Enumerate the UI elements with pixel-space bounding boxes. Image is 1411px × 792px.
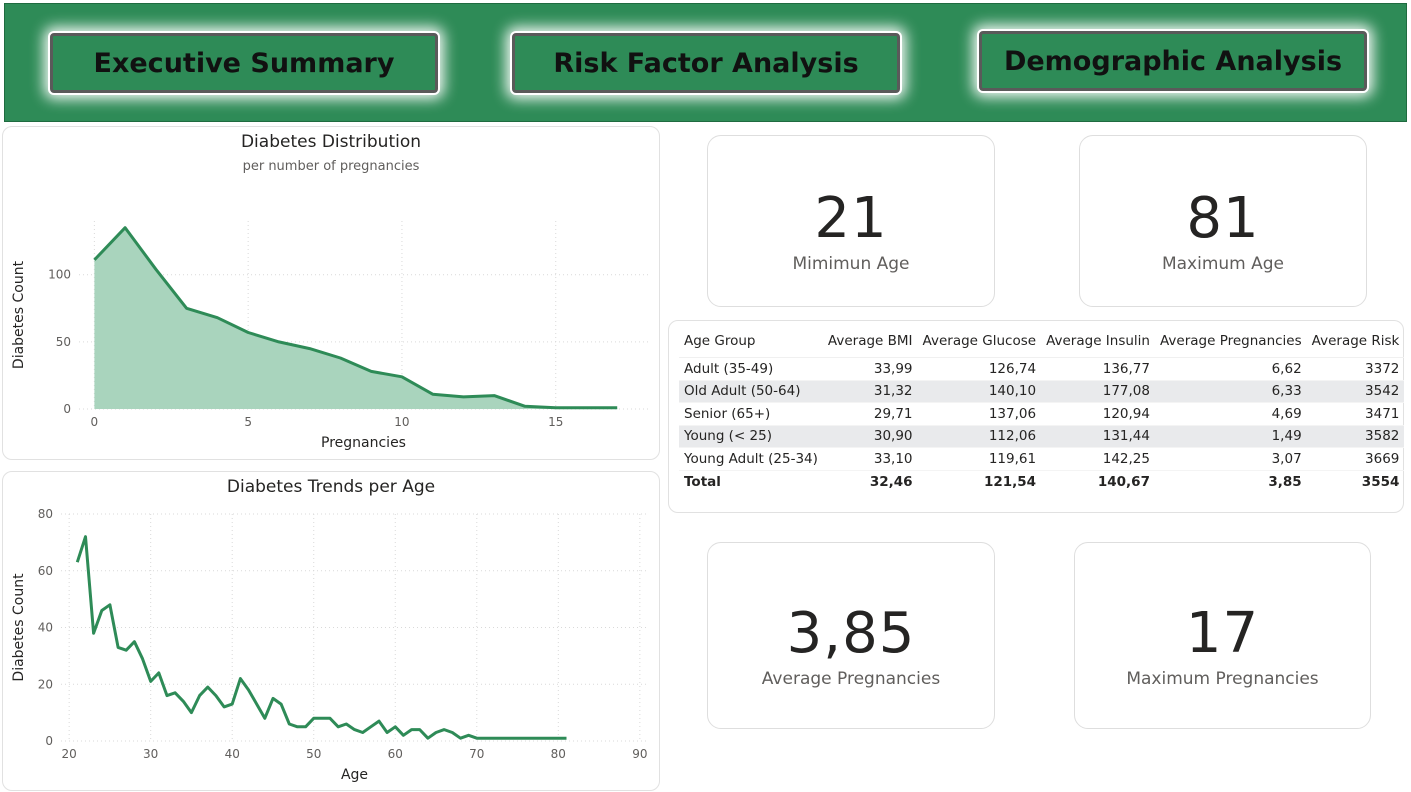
max-age-value: 81 xyxy=(1186,186,1260,251)
series-area xyxy=(94,227,618,409)
total-cell: 121,54 xyxy=(983,474,1037,490)
x-axis-title: Pregnancies xyxy=(321,435,406,451)
table-cell: Young Adult (25-34) xyxy=(679,447,823,471)
table-cell: 126,74 xyxy=(917,357,1042,381)
y-axis-title: Diabetes Count xyxy=(11,573,27,682)
table-cell: 4,69 xyxy=(1154,402,1307,426)
column-header-average-pregnancies[interactable]: Average Pregnancies xyxy=(1154,329,1307,358)
table-cell: 33,99 xyxy=(822,357,918,381)
max-pregnancies-label: Maximum Pregnancies xyxy=(1126,669,1319,689)
column-header-average-insulin[interactable]: Average Insulin xyxy=(1041,329,1155,358)
table-cell: 6,33 xyxy=(1154,380,1307,403)
total-cell: 3,85 xyxy=(1268,474,1302,490)
column-header-average-glucose[interactable]: Average Glucose xyxy=(917,329,1042,358)
max-age-label: Maximum Age xyxy=(1161,254,1285,274)
y-tick-label: 60 xyxy=(38,564,53,578)
table-cell: 119,61 xyxy=(917,447,1042,471)
x-tick-label: 0 xyxy=(91,415,99,429)
diabetes-trends-chart: 0 20 40 60 80 20 30 40 50 60 70 80 90 Age Diabetes Cou… xyxy=(11,507,648,783)
table-cell: 3669 xyxy=(1306,447,1405,471)
x-tick-label: 50 xyxy=(306,747,321,761)
min-age-card[interactable]: 21 Mimimun Age xyxy=(707,135,995,307)
column-header-age-group[interactable]: Age Group xyxy=(679,329,823,358)
table-cell: 6,62 xyxy=(1154,357,1307,381)
x-tick-label: 15 xyxy=(548,415,563,429)
table-cell: 3542 xyxy=(1306,380,1405,403)
table-header-row: Age Group Average BMI Average Glucose Av… xyxy=(679,329,1405,358)
table-cell: 3471 xyxy=(1306,402,1405,426)
total-cell: Total xyxy=(684,474,721,490)
table-cell: 112,06 xyxy=(917,425,1042,448)
table-cell: Old Adult (50-64) xyxy=(679,380,823,403)
table-cell: 30,90 xyxy=(822,425,918,448)
x-tick-label: 5 xyxy=(244,415,252,429)
table-cell: Adult (35-49) xyxy=(679,357,823,381)
table-cell: 137,06 xyxy=(917,402,1042,426)
x-tick-label: 70 xyxy=(469,747,484,761)
column-header-average-bmi[interactable]: Average BMI xyxy=(822,329,918,358)
table-cell: 3,07 xyxy=(1154,447,1307,471)
table-row[interactable]: Young Adult (25-34) 33,10 119,61 142,25 … xyxy=(679,447,1405,471)
table-cell: 140,10 xyxy=(917,380,1042,403)
table-cell: 3582 xyxy=(1306,425,1405,448)
table-cell: 131,44 xyxy=(1041,425,1155,448)
x-tick-label: 40 xyxy=(225,747,240,761)
table-row[interactable]: Senior (65+) 29,71 137,06 120,94 4,69 34… xyxy=(679,402,1405,426)
diabetes-distribution-chart: 0 50 100 0 5 10 15 Pregnancies Diabetes Count xyxy=(11,221,648,451)
max-age-card[interactable]: 81 Maximum Age xyxy=(1079,135,1367,307)
average-pregnancies-value: 3,85 xyxy=(786,601,916,666)
diabetes-trends-chart-panel[interactable]: Diabetes Trends per Age 0 20 40 60 80 20 30 40 5… xyxy=(2,471,660,791)
diabetes-distribution-chart-panel[interactable]: Diabetes Distribution per number of preg… xyxy=(2,126,660,460)
y-tick-label: 100 xyxy=(48,268,71,282)
header-bar: Executive Summary Risk Factor Analysis D… xyxy=(4,3,1407,122)
x-tick-label: 90 xyxy=(632,747,647,761)
total-cell: 140,67 xyxy=(1097,474,1150,490)
x-tick-label: 30 xyxy=(143,747,158,761)
table-cell: 1,49 xyxy=(1154,425,1307,448)
max-pregnancies-card[interactable]: 17 Maximum Pregnancies xyxy=(1074,542,1371,729)
table-cell: 29,71 xyxy=(822,402,918,426)
total-cell: 3554 xyxy=(1361,474,1400,490)
x-tick-label: 10 xyxy=(394,415,409,429)
x-axis-title: Age xyxy=(341,767,368,783)
y-axis-title: Diabetes Count xyxy=(11,260,27,369)
table-row[interactable]: Old Adult (50-64) 31,32 140,10 177,08 6,… xyxy=(679,380,1405,403)
min-age-label: Mimimun Age xyxy=(792,254,910,274)
table-cell: 33,10 xyxy=(822,447,918,471)
y-tick-label: 50 xyxy=(56,335,71,349)
table-row[interactable]: Adult (35-49) 33,99 126,74 136,77 6,62 3… xyxy=(679,357,1405,381)
x-tick-label: 80 xyxy=(551,747,566,761)
table-row[interactable]: Young (< 25) 30,90 112,06 131,44 1,49 35… xyxy=(679,425,1405,448)
risk-factor-analysis-button[interactable]: Risk Factor Analysis xyxy=(512,33,900,93)
table-cell: 136,77 xyxy=(1041,357,1155,381)
y-tick-label: 20 xyxy=(38,677,53,691)
x-tick-label: 20 xyxy=(62,747,77,761)
table-total-row: Total 32,46 121,54 140,67 3,85 3554 xyxy=(679,470,1404,493)
average-pregnancies-label: Average Pregnancies xyxy=(761,669,941,689)
average-pregnancies-card[interactable]: 3,85 Average Pregnancies xyxy=(707,542,995,729)
total-cell: 32,46 xyxy=(869,474,913,490)
y-tick-label: 0 xyxy=(63,402,71,416)
table-cell: Senior (65+) xyxy=(679,402,823,426)
table-cell: 120,94 xyxy=(1041,402,1155,426)
y-tick-label: 0 xyxy=(45,734,53,748)
table-cell: 177,08 xyxy=(1041,380,1155,403)
demographic-analysis-button[interactable]: Demographic Analysis xyxy=(979,31,1367,91)
min-age-value: 21 xyxy=(814,186,888,251)
y-tick-label: 80 xyxy=(38,507,53,521)
executive-summary-button[interactable]: Executive Summary xyxy=(50,33,438,93)
x-tick-label: 60 xyxy=(388,747,403,761)
y-tick-label: 40 xyxy=(38,621,53,635)
max-pregnancies-value: 17 xyxy=(1185,601,1260,666)
age-group-table: Age Group Average BMI Average Glucose Av… xyxy=(679,329,1405,493)
table-cell: 142,25 xyxy=(1041,447,1155,471)
table-cell: 3372 xyxy=(1306,357,1405,381)
table-cell: Young (< 25) xyxy=(679,425,823,448)
column-header-average-risk[interactable]: Average Risk xyxy=(1306,329,1405,358)
age-group-table-panel[interactable]: Age Group Average BMI Average Glucose Av… xyxy=(668,320,1405,513)
table-cell: 31,32 xyxy=(822,380,918,403)
